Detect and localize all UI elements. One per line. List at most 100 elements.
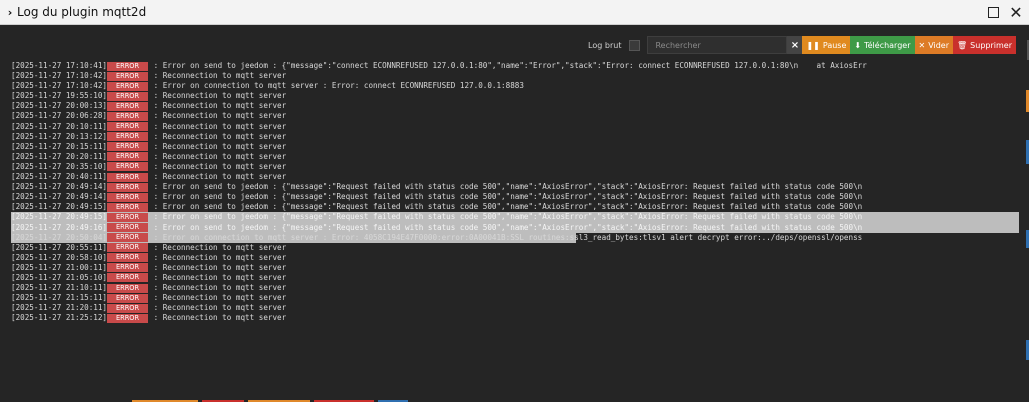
log-row: [2025-11-27 20:06:28] ERROR : Reconnectio… [11, 111, 1019, 121]
error-badge: ERROR [107, 152, 149, 162]
log-timestamp: [2025-11-27 21:10:11] [11, 283, 108, 293]
pause-icon: ❚❚ [806, 40, 820, 50]
log-separator: : [149, 111, 163, 121]
log-separator: : [149, 252, 163, 262]
log-row: [2025-11-27 17:10:41] ERROR : Error on se… [11, 61, 1019, 71]
log-message: Reconnection to mqtt server [162, 91, 287, 101]
log-row: [2025-11-27 21:10:11] ERROR : Reconnectio… [11, 283, 1019, 293]
delete-log-button[interactable]: 🗑 Supprimer [953, 36, 1016, 54]
log-message: Reconnection to mqtt server [162, 121, 287, 131]
log-message: Error on send to jeedom : {"message":"Re… [162, 202, 863, 212]
log-timestamp: [2025-11-27 17:10:42] [11, 81, 108, 91]
cloud-download-icon: ⬇ [854, 40, 862, 50]
window-controls: ✕ [983, 0, 1029, 25]
log-message: Reconnection to mqtt server [162, 272, 287, 282]
log-timestamp: [2025-11-27 20:40:11] [11, 172, 108, 182]
log-row: [2025-11-27 20:15:11] ERROR : Reconnectio… [11, 142, 1019, 152]
log-row: [2025-11-27 19:55:10] ERROR : Reconnectio… [11, 91, 1019, 101]
raw-log-checkbox[interactable] [629, 39, 641, 51]
close-button[interactable]: ✕ [1006, 3, 1026, 23]
error-badge: ERROR [107, 263, 149, 273]
log-message: Error on send to jeedom : {"message":"Re… [162, 182, 863, 192]
trash-icon: 🗑 [957, 40, 968, 50]
log-row: [2025-11-27 20:13:12] ERROR : Reconnectio… [11, 132, 1019, 142]
log-timestamp: [2025-11-27 20:49:14] [11, 182, 108, 192]
log-message: Reconnection to mqtt server [162, 283, 287, 293]
log-message: Error on connection to mqtt server : Err… [162, 232, 863, 242]
log-separator: : [149, 313, 163, 323]
log-message: Error on send to jeedom : {"message":"co… [162, 61, 867, 70]
log-separator: : [149, 172, 163, 182]
log-timestamp: [2025-11-27 20:35:10] [11, 161, 108, 171]
download-button[interactable]: ⬇ Télécharger [850, 36, 915, 54]
log-row: [2025-11-27 21:20:11] ERROR : Reconnectio… [11, 303, 1019, 313]
log-separator: : [149, 222, 163, 232]
empty-log-button[interactable]: ✕ Vider [914, 36, 954, 54]
error-badge: ERROR [107, 111, 149, 121]
log-timestamp: [2025-11-27 20:00:13] [11, 101, 108, 111]
error-badge: ERROR [107, 313, 149, 323]
log-message: Error on send to jeedom : {"message":"Re… [162, 192, 863, 202]
log-message: Reconnection to mqtt server [162, 161, 287, 171]
log-timestamp: [2025-11-27 21:20:11] [11, 303, 108, 313]
maximize-button[interactable] [983, 3, 1003, 23]
log-row: [2025-11-27 21:05:10] ERROR : Reconnectio… [11, 273, 1019, 283]
error-badge: ERROR [107, 172, 149, 182]
log-timestamp: [2025-11-27 20:15:11] [11, 141, 108, 151]
empty-log-label: Vider [928, 40, 950, 50]
log-message: Reconnection to mqtt server [162, 151, 287, 161]
log-timestamp: [2025-11-27 20:55:11] [11, 242, 108, 252]
delete-log-label: Supprimer [970, 40, 1012, 50]
clear-search-button[interactable]: × [787, 36, 803, 54]
log-row: [2025-11-27 20:55:11] ERROR : Reconnectio… [11, 243, 1019, 253]
error-badge: ERROR [107, 293, 149, 303]
log-timestamp: [2025-11-27 17:10:42] [11, 71, 108, 81]
close-icon: ✕ [1009, 2, 1023, 22]
error-badge: ERROR [107, 212, 149, 222]
error-badge: ERROR [107, 142, 149, 152]
log-message: Reconnection to mqtt server [162, 293, 287, 303]
log-message: Reconnection to mqtt server [162, 252, 287, 262]
log-separator: : [149, 71, 163, 81]
log-message: Reconnection to mqtt server [162, 71, 287, 81]
title-bar[interactable]: › Log du plugin mqtt2d ✕ [0, 0, 1029, 25]
log-row: [2025-11-27 20:35:10] ERROR : Reconnectio… [11, 162, 1019, 172]
pause-label: Pause [822, 40, 847, 50]
maximize-icon [987, 7, 999, 18]
search-input[interactable] [647, 36, 788, 54]
log-row: [2025-11-27 20:49:15] ERROR : Error on se… [11, 202, 1019, 212]
error-badge: ERROR [107, 132, 149, 142]
log-separator: : [149, 182, 163, 192]
log-timestamp: [2025-11-27 20:49:15] [11, 212, 108, 222]
download-label: Télécharger [864, 40, 911, 50]
error-badge: ERROR [107, 223, 149, 232]
error-badge: ERROR [107, 283, 149, 293]
times-icon: ✕ [918, 40, 926, 50]
pause-button[interactable]: ❚❚ Pause [802, 36, 851, 54]
log-timestamp: [2025-11-27 20:49:16] [11, 222, 108, 232]
log-message: Reconnection to mqtt server [162, 303, 287, 313]
log-timestamp: [2025-11-27 20:58:10] [11, 252, 108, 262]
log-row: [2025-11-27 21:15:11] ERROR : Reconnectio… [11, 293, 1019, 303]
log-timestamp: [2025-11-27 21:05:10] [11, 272, 108, 282]
error-badge: ERROR [107, 303, 149, 313]
error-badge: ERROR [107, 273, 149, 283]
error-badge: ERROR [107, 233, 149, 243]
log-timestamp: [2025-11-27 21:25:12] [11, 313, 108, 323]
log-message: Error on connection to mqtt server : Err… [162, 81, 524, 91]
log-row: [2025-11-27 20:20:11] ERROR : Reconnectio… [11, 152, 1019, 162]
error-badge: ERROR [107, 101, 149, 111]
log-separator: : [149, 131, 163, 141]
log-separator: : [149, 212, 163, 222]
error-badge: ERROR [107, 81, 149, 91]
log-separator: : [149, 141, 163, 151]
log-separator: : [149, 91, 163, 101]
log-separator: : [149, 101, 163, 111]
log-row: [2025-11-27 20:40:11] ERROR : Reconnectio… [11, 172, 1019, 182]
log-message: Reconnection to mqtt server [162, 262, 287, 272]
log-content[interactable]: [2025-11-27 17:10:41] ERROR : Error on se… [11, 61, 1019, 331]
log-row: [2025-11-27 20:49:15] ERROR : Error on se… [11, 212, 1019, 223]
log-row: [2025-11-27 21:00:11] ERROR : Reconnectio… [11, 263, 1019, 273]
error-badge: ERROR [107, 61, 149, 71]
log-timestamp: [2025-11-27 20:49:15] [11, 202, 108, 212]
